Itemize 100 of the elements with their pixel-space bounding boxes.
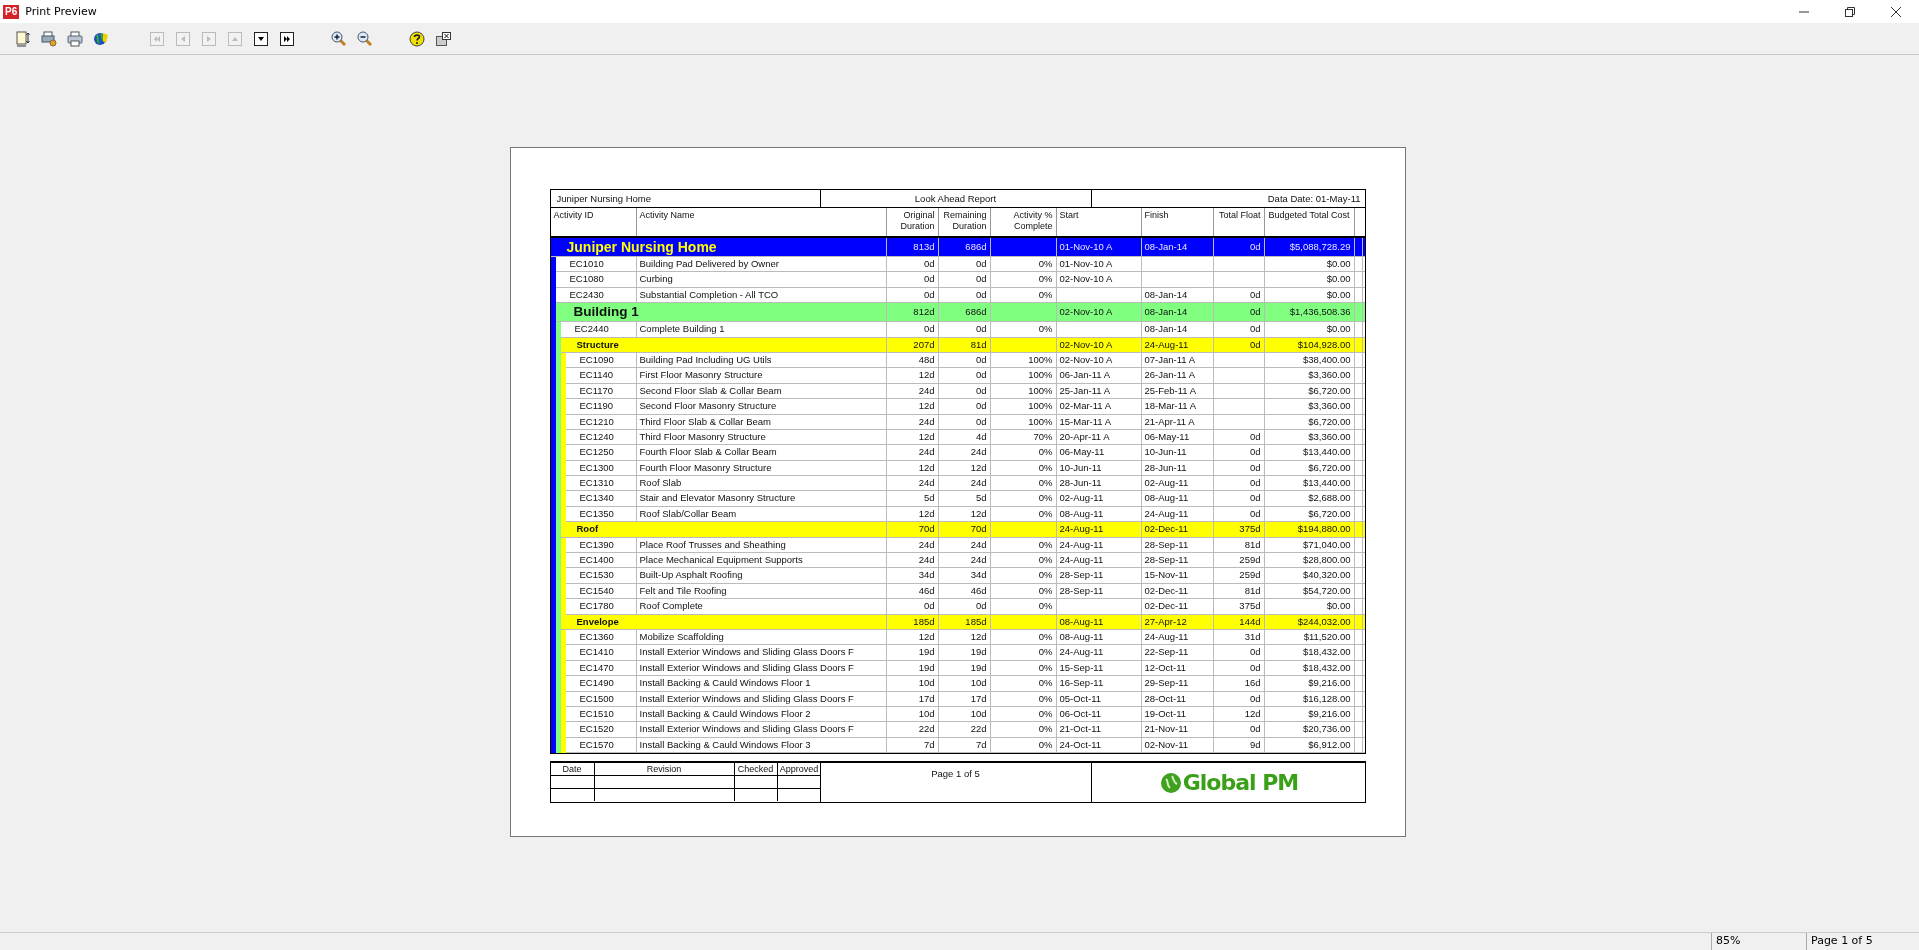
total-float: 0d: [1213, 429, 1265, 445]
report-title: Look Ahead Report: [820, 190, 1092, 207]
original-duration: 17d: [886, 691, 939, 706]
percent-complete: 0%: [990, 553, 1057, 568]
activity-name: Install Backing & Cauld Windows Floor 2: [636, 706, 887, 722]
budgeted-cost: $0.00: [1264, 257, 1355, 272]
finish-date: 08-Jan-14: [1141, 303, 1214, 322]
total-float: 0d: [1213, 238, 1265, 256]
original-duration: 0d: [886, 322, 939, 337]
report-project-name: Juniper Nursing Home: [550, 190, 821, 207]
start-date: 02-Nov-10 A: [1056, 352, 1142, 368]
close-icon: [1891, 6, 1901, 17]
total-float: 0d: [1213, 645, 1265, 660]
original-duration: 7d: [886, 737, 939, 753]
start-date: 02-Aug-11: [1056, 491, 1142, 506]
activity-name: Place Roof Trusses and Sheathing: [636, 537, 887, 553]
remaining-duration: 0d: [938, 257, 991, 272]
total-float: 0d: [1213, 445, 1265, 460]
remaining-duration: 10d: [938, 706, 991, 722]
start-date: 02-Nov-10 A: [1056, 337, 1142, 352]
start-date: 02-Nov-10 A: [1056, 272, 1142, 287]
start-date: 06-Jan-11 A: [1056, 368, 1142, 383]
total-float: 259d: [1213, 553, 1265, 568]
original-duration: 0d: [886, 257, 939, 272]
remaining-duration: 70d: [938, 522, 991, 537]
print-button[interactable]: [66, 29, 84, 48]
budgeted-cost: $5,088,728.29: [1264, 238, 1355, 256]
budgeted-cost: $28,800.00: [1264, 553, 1355, 568]
activity-name: Second Floor Slab & Collar Beam: [636, 383, 887, 399]
remaining-duration: 686d: [938, 238, 991, 256]
logo: Global PM: [1159, 770, 1299, 796]
percent-complete: 0%: [990, 257, 1057, 272]
total-float: 81d: [1213, 537, 1265, 553]
help-button[interactable]: [408, 29, 426, 48]
remaining-duration: 24d: [938, 445, 991, 460]
zoom-level: 85%: [1711, 933, 1806, 950]
activity-id: EC1310: [565, 476, 637, 491]
budgeted-cost-header: Budgeted Total Cost: [1264, 208, 1355, 236]
start-date: 28-Jun-11: [1056, 476, 1142, 491]
total-float: 81d: [1213, 583, 1265, 599]
start-header: Start: [1056, 208, 1142, 236]
budgeted-cost: $16,128.00: [1264, 691, 1355, 706]
budgeted-cost: $1,436,508.36: [1264, 303, 1355, 322]
activity-id: EC1780: [565, 599, 637, 614]
original-duration: 24d: [886, 445, 939, 460]
total-float: 375d: [1213, 599, 1265, 614]
page-setup-button[interactable]: [14, 29, 32, 48]
activity-name: Fourth Floor Masonry Structure: [636, 460, 887, 476]
finish-date: 21-Apr-11 A: [1141, 414, 1214, 429]
activity-id: EC2430: [555, 287, 637, 303]
zoom-out-button[interactable]: [356, 29, 374, 48]
total-float: 375d: [1213, 522, 1265, 537]
activity-name-header: Activity Name: [636, 208, 887, 236]
percent-complete: 0%: [990, 599, 1057, 614]
original-duration: 24d: [886, 383, 939, 399]
original-duration: 70d: [886, 522, 939, 537]
budgeted-cost: $9,216.00: [1264, 706, 1355, 722]
budgeted-cost: $244,032.00: [1264, 614, 1355, 629]
activity-name: Install Backing & Cauld Windows Floor 1: [636, 676, 887, 691]
percent-complete: 100%: [990, 352, 1057, 368]
activity-id-header: Activity ID: [550, 208, 637, 236]
remaining-duration: 24d: [938, 553, 991, 568]
total-float: 9d: [1213, 737, 1265, 753]
close-preview-button[interactable]: [434, 29, 452, 48]
remaining-duration: 10d: [938, 676, 991, 691]
budgeted-cost: $3,360.00: [1264, 399, 1355, 414]
activity-id: EC1570: [565, 737, 637, 753]
budgeted-cost: $6,720.00: [1264, 414, 1355, 429]
original-duration: 24d: [886, 537, 939, 553]
wbs-name: Roof: [560, 522, 887, 537]
activity-name: Second Floor Masonry Structure: [636, 399, 887, 414]
activity-id: EC1350: [565, 506, 637, 522]
finish-date: 07-Jan-11 A: [1141, 352, 1214, 368]
zoom-in-button[interactable]: [330, 29, 348, 48]
total-float: 0d: [1213, 491, 1265, 506]
start-date: 24-Aug-11: [1056, 645, 1142, 660]
activity-name: Felt and Tile Roofing: [636, 583, 887, 599]
start-date: 28-Sep-11: [1056, 583, 1142, 599]
remaining-duration: 185d: [938, 614, 991, 629]
original-duration: 19d: [886, 645, 939, 660]
printer-gear-button[interactable]: [40, 29, 58, 48]
budgeted-cost: $0.00: [1264, 599, 1355, 614]
budgeted-cost: $0.00: [1264, 322, 1355, 337]
activity-id: EC1010: [555, 257, 637, 272]
finish-date: 02-Aug-11: [1141, 476, 1214, 491]
percent-complete: 0%: [990, 660, 1057, 676]
activity-id: EC1300: [565, 460, 637, 476]
activity-name: Third Floor Slab & Collar Beam: [636, 414, 887, 429]
finish-date: 06-May-11: [1141, 429, 1214, 445]
remaining-duration: 686d: [938, 303, 991, 322]
activity-name: Building Pad Delivered by Owner: [636, 257, 887, 272]
activity-name: Roof Slab/Collar Beam: [636, 506, 887, 522]
remaining-duration: 5d: [938, 491, 991, 506]
finish-date: 29-Sep-11: [1141, 676, 1214, 691]
original-duration: 0d: [886, 272, 939, 287]
budgeted-cost: $6,912.00: [1264, 737, 1355, 753]
page-down-button[interactable]: [252, 29, 270, 48]
percent-complete: 0%: [990, 722, 1057, 737]
revision-column-header: Approved: [777, 763, 821, 777]
last-page-button[interactable]: [278, 29, 296, 48]
